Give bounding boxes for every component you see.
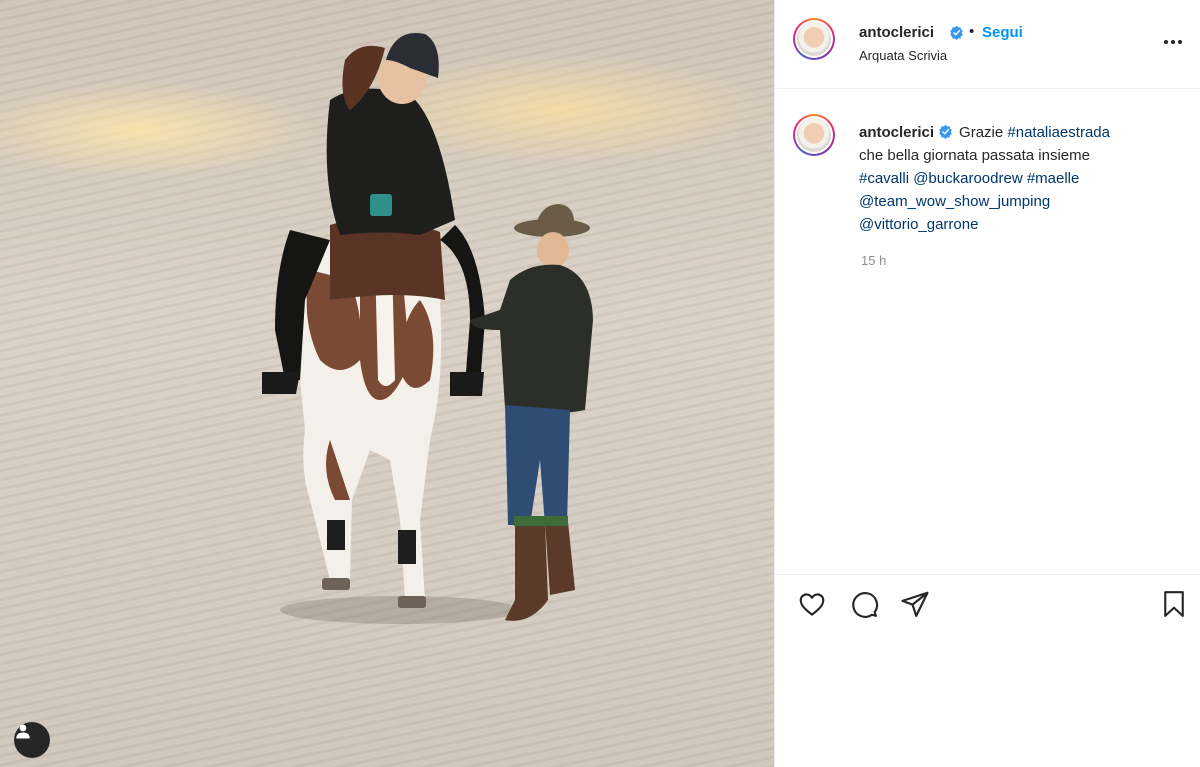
like-button[interactable] (795, 587, 829, 621)
post-timestamp[interactable]: 15 h (861, 253, 886, 268)
hashtag-link[interactable]: #nataliaestrada (1007, 124, 1110, 141)
user-tag-icon (16, 724, 30, 739)
tagged-user-button[interactable] (14, 722, 50, 758)
caption-author-avatar[interactable] (793, 114, 835, 156)
caption-author-username[interactable]: antoclerici (859, 124, 934, 141)
mention-link[interactable]: @buckaroodrew (913, 170, 1022, 187)
comment-button[interactable] (847, 587, 881, 621)
verified-badge-icon (950, 25, 963, 40)
caption-text-start: Grazie (959, 124, 1004, 141)
share-button[interactable] (898, 587, 932, 621)
post-header: antoclerici • Segui Arquata Scrivia (775, 0, 1200, 89)
hashtag-link[interactable]: #maelle (1027, 170, 1080, 187)
more-options-icon[interactable] (1161, 30, 1185, 54)
author-username[interactable]: antoclerici (859, 24, 934, 41)
mention-link[interactable]: @vittorio_garrone (859, 216, 978, 233)
caption-text: antoclerici Grazie #nataliaestrada che b… (859, 121, 1179, 236)
mention-link[interactable]: @team_wow_show_jumping (859, 193, 1050, 210)
separator-dot: • (969, 23, 975, 40)
photo-illustration (262, 33, 593, 624)
post-actions-bar (775, 574, 1200, 633)
caption-line: che bella giornata passata insieme (859, 147, 1090, 164)
save-button[interactable] (1157, 587, 1191, 621)
comment-icon (852, 592, 879, 618)
caption-verified-badge-icon (939, 124, 952, 139)
post-photo[interactable] (0, 0, 774, 767)
post-location[interactable]: Arquata Scrivia (859, 48, 947, 63)
bookmark-icon (1164, 591, 1184, 617)
heart-icon (799, 593, 825, 616)
paper-plane-icon (901, 591, 929, 617)
follow-button[interactable]: Segui (982, 24, 1023, 41)
author-avatar[interactable] (793, 18, 835, 60)
hashtag-link[interactable]: #cavalli (859, 170, 909, 187)
post-side-panel: antoclerici • Segui Arquata Scrivia anto… (774, 0, 1200, 767)
